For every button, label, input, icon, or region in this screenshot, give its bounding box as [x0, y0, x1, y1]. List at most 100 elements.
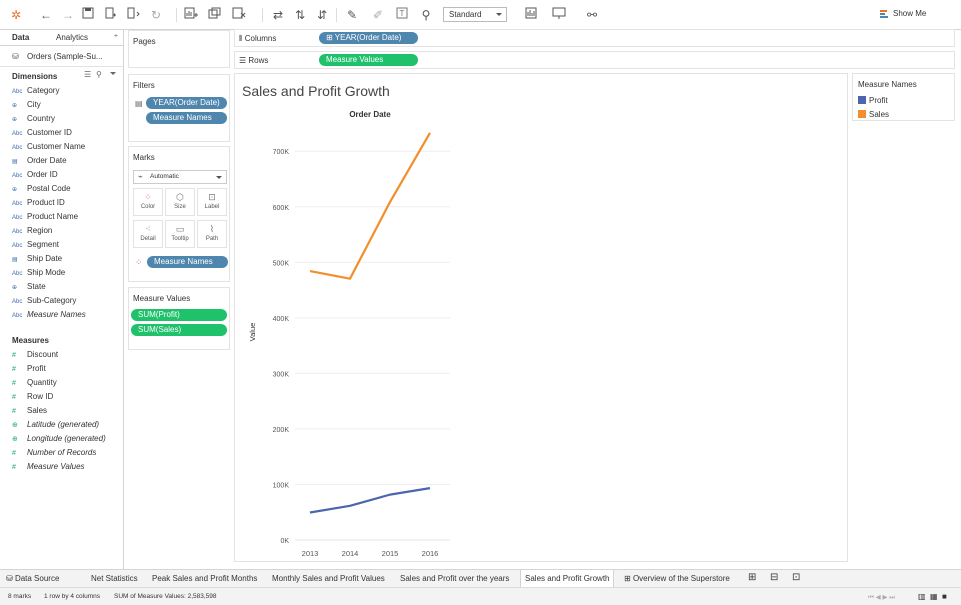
dimension-field[interactable]: Abc Category	[12, 86, 59, 95]
tableau-logo-icon[interactable]: ✲	[8, 7, 24, 23]
tab-data-source[interactable]: ⛁ Data Source	[6, 574, 59, 583]
measure-field[interactable]: # Discount	[12, 350, 58, 359]
field-name: Category	[27, 86, 60, 95]
view-mode-select[interactable]: Standard	[443, 7, 507, 22]
tab-data[interactable]: Data	[12, 33, 29, 42]
rows-shelf[interactable]: ☰ Rows Measure Values	[234, 51, 955, 69]
fix-axes-icon[interactable]: ⚲	[418, 7, 434, 23]
new-datasource-icon[interactable]	[104, 7, 120, 23]
view-list-icon[interactable]: ☰	[84, 70, 91, 79]
field-name: Measure Values	[27, 462, 85, 471]
dimension-field[interactable]: Abc Ship Mode	[12, 268, 65, 277]
filter-pill-measure-names[interactable]: Measure Names	[146, 112, 227, 124]
data-pane: Data Analytics ÷ ⛁ Orders (Sample-Su... D…	[0, 30, 124, 569]
dimension-field[interactable]: Abc Product ID	[12, 198, 65, 207]
dimension-field[interactable]: Abc Region	[12, 226, 52, 235]
tab-sales-profit-growth[interactable]: Sales and Profit Growth	[520, 570, 615, 588]
sheet-nav-icons[interactable]: ⏮ ◀ ▶ ⏭	[868, 593, 895, 602]
tab-monthly-sales[interactable]: Monthly Sales and Profit Values	[272, 574, 385, 583]
measure-field[interactable]: # Measure Values	[12, 462, 85, 471]
forward-icon[interactable]: →	[60, 7, 76, 23]
new-worksheet-tab-icon[interactable]: ⊞	[748, 572, 756, 583]
mark-type-select[interactable]: ⌁ Automatic	[133, 170, 227, 184]
tab-analytics[interactable]: Analytics	[56, 33, 88, 42]
measure-field[interactable]: ⊕ Longitude (generated)	[12, 434, 106, 443]
abc-icon: Abc	[12, 89, 23, 95]
show-me-icon[interactable]	[880, 9, 889, 19]
measure-field[interactable]: # Number of Records	[12, 448, 96, 457]
presentation-mode-icon[interactable]	[552, 7, 568, 23]
marks-card: Marks ⌁ Automatic ⁘ Color ⬡ Size ⊡ Label ⁖ D…	[128, 146, 230, 282]
pane-menu-icon[interactable]: ÷	[114, 33, 118, 40]
dimension-field[interactable]: ⊕ Postal Code	[12, 184, 71, 193]
columns-shelf[interactable]: ⦀ Columns ⊞ YEAR(Order Date)	[234, 29, 955, 47]
y-tick-label: 500K	[273, 260, 290, 267]
sort-descending-icon[interactable]: ⇵	[314, 7, 330, 23]
search-icon[interactable]: ⚲	[96, 70, 102, 79]
legend-item-sales[interactable]: Sales	[869, 110, 889, 119]
line-chart[interactable]: Sales and Profit Growth Order Date 0K 100K 2…	[235, 74, 847, 561]
dimension-field[interactable]: Abc Customer ID	[12, 128, 72, 137]
pill-sum-sales[interactable]: SUM(Sales)	[131, 324, 227, 336]
pill-sum-profit[interactable]: SUM(Profit)	[131, 309, 227, 321]
highlight-icon[interactable]: ✎	[344, 7, 360, 23]
dimension-field[interactable]: Abc Sub-Category	[12, 296, 76, 305]
dimension-field[interactable]: Abc Segment	[12, 240, 59, 249]
new-story-tab-icon[interactable]: ⊡	[792, 572, 800, 583]
abc-icon: Abc	[12, 215, 23, 221]
dimension-field[interactable]: ⊕ State	[12, 282, 46, 291]
detail-button[interactable]: ⁖ Detail	[133, 220, 163, 248]
field-name: Number of Records	[27, 448, 97, 457]
measure-field[interactable]: ⊕ Latitude (generated)	[12, 420, 99, 429]
measure-field[interactable]: # Row ID	[12, 392, 53, 401]
refresh-icon[interactable]: ↻	[148, 7, 164, 23]
cards-toggle-icon[interactable]	[525, 7, 541, 23]
new-dashboard-tab-icon[interactable]: ⊟	[770, 572, 778, 583]
new-worksheet-icon[interactable]	[184, 7, 200, 23]
show-me-button[interactable]: Show Me	[893, 9, 926, 18]
tooltip-button[interactable]: ▭ Tooltip	[165, 220, 195, 248]
share-icon[interactable]: ⚯	[584, 7, 600, 23]
field-name: Customer Name	[27, 142, 86, 151]
sort-ascending-icon[interactable]: ⇅	[292, 7, 308, 23]
rows-pill-measure-values[interactable]: Measure Values	[319, 54, 418, 66]
swap-icon[interactable]: ⇄	[270, 7, 286, 23]
dimension-field[interactable]: ⊕ Country	[12, 114, 55, 123]
filter-pill-year[interactable]: YEAR(Order Date)	[146, 97, 227, 109]
measure-field[interactable]: # Quantity	[12, 378, 57, 387]
dimension-field[interactable]: ▤ Ship Date	[12, 254, 62, 263]
color-button[interactable]: ⁘ Color	[133, 188, 163, 216]
path-button[interactable]: ⌇ Path	[197, 220, 227, 248]
marks-pill-measure-names[interactable]: Measure Names	[147, 256, 228, 268]
dimension-field[interactable]: Abc Measure Names	[12, 310, 86, 319]
show-sheets-icon[interactable]: ▥	[918, 592, 926, 601]
back-icon[interactable]: ←	[38, 7, 54, 23]
duplicate-icon[interactable]	[208, 7, 224, 23]
group-members-icon[interactable]: ✐	[370, 7, 386, 23]
pages-card[interactable]: Pages	[128, 30, 230, 68]
dimension-field[interactable]: Abc Order ID	[12, 170, 58, 179]
filters-card[interactable]: Filters ▤ YEAR(Order Date) Measure Names	[128, 74, 230, 142]
dimensions-menu-icon[interactable]	[110, 72, 116, 75]
label-button[interactable]: ⊡ Label	[197, 188, 227, 216]
pause-updates-icon[interactable]	[126, 7, 142, 23]
dimension-field[interactable]: ⊕ City	[12, 100, 41, 109]
datasource-item[interactable]: ⛁ Orders (Sample-Su...	[12, 52, 103, 61]
tab-net-statistics[interactable]: Net Statistics	[91, 574, 138, 583]
columns-pill-year[interactable]: ⊞ YEAR(Order Date)	[319, 32, 418, 44]
size-button[interactable]: ⬡ Size	[165, 188, 195, 216]
show-labels-icon[interactable]: T	[396, 7, 412, 23]
clear-sheet-icon[interactable]	[232, 7, 248, 23]
grid-view-icon[interactable]: ■	[942, 592, 947, 601]
measure-field[interactable]: # Sales	[12, 406, 47, 415]
tab-peak-sales[interactable]: Peak Sales and Profit Months	[152, 574, 257, 583]
legend-item-profit[interactable]: Profit	[869, 96, 888, 105]
dimension-field[interactable]: ▤ Order Date	[12, 156, 67, 165]
filmstrip-icon[interactable]: ▦	[930, 592, 938, 601]
dimension-field[interactable]: Abc Product Name	[12, 212, 78, 221]
dimension-field[interactable]: Abc Customer Name	[12, 142, 85, 151]
tab-sales-profit-years[interactable]: Sales and Profit over the years	[400, 574, 509, 583]
tab-overview[interactable]: ⊞ Overview of the Superstore	[624, 574, 730, 583]
save-icon[interactable]	[82, 7, 98, 23]
measure-field[interactable]: # Profit	[12, 364, 46, 373]
